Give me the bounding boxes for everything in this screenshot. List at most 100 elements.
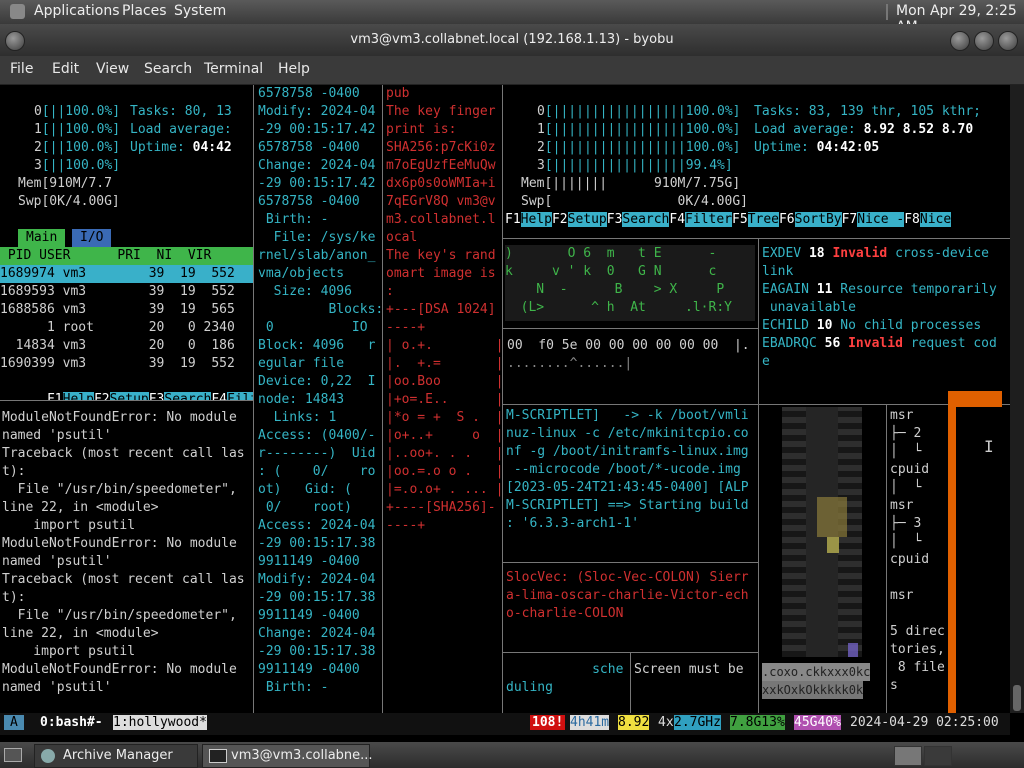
scrollbar-thumb[interactable]	[1013, 685, 1021, 711]
table-row[interactable]: 14834 vm3 20 0 186	[0, 337, 235, 355]
fkey-label[interactable]: Search	[622, 212, 670, 227]
stat-line: 9911149 -0400	[258, 554, 360, 569]
process-header[interactable]: PID USER PRI NI VIR	[0, 247, 253, 265]
maximize-button[interactable]	[974, 31, 994, 51]
fkey-label[interactable]: Filter	[685, 212, 733, 227]
fkey-label[interactable]: Help	[62, 392, 94, 400]
fkey[interactable]: F7	[842, 212, 858, 227]
nato-line: SlocVec: (Sloc-Vec-COLON) Sierr	[506, 570, 749, 585]
workspace-switcher[interactable]	[924, 746, 952, 766]
hex-line: ........^......|	[507, 356, 633, 371]
task-archive-manager[interactable]: Archive Manager	[34, 744, 198, 768]
terminal-scrollbar[interactable]	[1010, 85, 1024, 713]
stat-line: egular file	[258, 356, 345, 371]
errno-pane[interactable]: EXDEV 18 Invalid cross-device link EAGAIN …	[762, 245, 1010, 395]
scheduling-pane[interactable]: sche duling	[506, 659, 628, 713]
menu-system[interactable]: System	[174, 3, 226, 19]
window-titlebar[interactable]: vm3@vm3.collabnet.local (192.168.1.13) -…	[0, 24, 1024, 56]
menu-search[interactable]: Search	[144, 61, 192, 77]
fkey[interactable]: F1	[47, 392, 63, 400]
window-tab-bash[interactable]: 0:bash#-	[40, 715, 103, 730]
fkey[interactable]: F2	[552, 212, 568, 227]
ascii-art-highlight	[848, 643, 858, 657]
table-row[interactable]: 1690399 vm3 39 19 552	[0, 355, 235, 373]
pane-divider	[0, 400, 253, 401]
menu-places[interactable]: Places	[122, 3, 167, 19]
window-title: vm3@vm3.collabnet.local (192.168.1.13) -…	[350, 32, 674, 47]
fkey-label[interactable]: Setup	[567, 212, 607, 227]
mkinitcpio-pane[interactable]: M-SCRIPTLET] -> -k /boot/vmli nuz-linux -…	[506, 407, 758, 557]
pane-divider	[502, 85, 503, 713]
mem-badge: 7.8G13%	[730, 715, 785, 730]
mkinit-line: M-SCRIPTLET] ==> Starting build	[506, 498, 749, 513]
fkey-label[interactable]: Setup	[109, 392, 149, 400]
fkey-label[interactable]: SortBy	[794, 212, 842, 227]
fkey[interactable]: F5	[732, 212, 748, 227]
mem-meter: Mem[910M/7.7	[18, 176, 112, 191]
ssh-line: |oo.Boo |	[386, 374, 502, 389]
uptime-meter: Uptime: 04:42	[130, 140, 232, 155]
hexdump-pane[interactable]: 00 f0 5e 00 00 00 00 00 00 |. ........^.…	[505, 337, 757, 397]
stat-output-pane[interactable]: 6578758 -0400 Modify: 2024-04 -29 00:15:17…	[258, 85, 382, 713]
nato-pane[interactable]: SlocVec: (Sloc-Vec-COLON) Sierr a-lima-os…	[506, 569, 758, 649]
fkey[interactable]: F8	[904, 212, 920, 227]
menu-file[interactable]: File	[10, 61, 33, 77]
python-error-pane[interactable]: ModuleNotFoundError: No module named 'psu…	[2, 409, 253, 713]
tasks-meter: Tasks: 80, 13	[130, 104, 232, 119]
table-row[interactable]: 1 root 20 0 2340	[0, 319, 235, 337]
tab-io[interactable]: I/O	[72, 229, 112, 247]
errno-line: ECHILD 10 No child processes	[762, 318, 982, 333]
workspace-switcher[interactable]	[894, 746, 922, 766]
fkey-label[interactable]: Nice -	[857, 212, 905, 227]
fkey[interactable]: F3	[149, 392, 165, 400]
menu-help[interactable]: Help	[278, 61, 310, 77]
ssh-line: |oo.=.o o . |	[386, 464, 502, 479]
session-indicator: A	[4, 715, 24, 730]
stat-line: 9911149 -0400	[258, 608, 360, 623]
ssh-line: |+o=.E.. |	[386, 392, 502, 407]
tab-main[interactable]: Main	[18, 229, 66, 247]
fkey-label[interactable]: Filte	[227, 392, 253, 400]
tree-pane[interactable]: msr ├─ 2 │ └ cpuid │ └ msr ├─ 3 │ └ cpuid msr 5 di…	[890, 407, 946, 713]
error-line: import psutil	[2, 518, 136, 533]
fkey[interactable]: F6	[779, 212, 795, 227]
terminal-area[interactable]: 0[||100.0%] 1[||100.0%] 2[||100.0%] 3[||…	[0, 85, 1010, 713]
table-row[interactable]: 1689974 vm3 39 19 552	[0, 265, 253, 283]
htop-right-pane[interactable]: 0[|||||||||||||||||100.0%] 1[|||||||||||…	[505, 85, 1010, 237]
fkey-label[interactable]: Search	[164, 392, 212, 400]
uptime-meter: Uptime: 04:42:05	[754, 140, 880, 155]
menu-edit[interactable]: Edit	[52, 61, 79, 77]
fkey[interactable]: F1	[505, 212, 521, 227]
error-line: ModuleNotFoundError: No module	[2, 662, 237, 677]
fkey[interactable]: F3	[607, 212, 623, 227]
screen-message-pane[interactable]: Screen must be	[634, 659, 758, 713]
menu-terminal[interactable]: Terminal	[204, 61, 263, 77]
ascii-art-pane[interactable]: .coxo.ckkxxx0kc xxkOxkOkkkkk0k	[762, 407, 884, 707]
error-line: Traceback (most recent call las	[2, 446, 245, 461]
window-tab-hollywood[interactable]: 1:hollywood*	[113, 715, 207, 730]
cmatrix-pane[interactable]: ) O 6 m t E - ' k v ' k 0 G N c e N - B >…	[505, 245, 755, 321]
task-terminal[interactable]: vm3@vm3.collabne...	[202, 744, 373, 768]
errno-line: EBADRQC 56 Invalid request cod	[762, 336, 997, 351]
htop-left-pane[interactable]: 0[||100.0%] 1[||100.0%] 2[||100.0%] 3[||…	[0, 85, 253, 400]
stat-line: Change: 2024-04	[258, 158, 376, 173]
menu-applications[interactable]: Applications	[34, 3, 120, 19]
fkey[interactable]: F2	[94, 392, 110, 400]
fkey-label[interactable]: Nice	[919, 212, 952, 227]
fkey[interactable]: F4	[211, 392, 227, 400]
ssh-keygen-pane[interactable]: pub The key finger print is: SHA256:p7cKi0z…	[386, 85, 502, 713]
close-button[interactable]	[998, 31, 1018, 51]
errno-line: unavailable	[762, 300, 856, 315]
menu-view[interactable]: View	[96, 61, 129, 77]
fkey-label[interactable]: Help	[520, 212, 552, 227]
minimize-button[interactable]	[950, 31, 970, 51]
fkey-label[interactable]: Tree	[747, 212, 779, 227]
tree-line: 5 direc	[890, 624, 945, 639]
tree-line: cpuid	[890, 462, 930, 477]
fkey[interactable]: F4	[669, 212, 685, 227]
tree-line: │ └	[890, 444, 922, 459]
show-desktop-icon[interactable]	[4, 748, 22, 762]
table-row[interactable]: 1688586 vm3 39 19 565	[0, 301, 235, 319]
table-row[interactable]: 1689593 vm3 39 19 552	[0, 283, 235, 301]
stat-line: Modify: 2024-04	[258, 572, 376, 587]
